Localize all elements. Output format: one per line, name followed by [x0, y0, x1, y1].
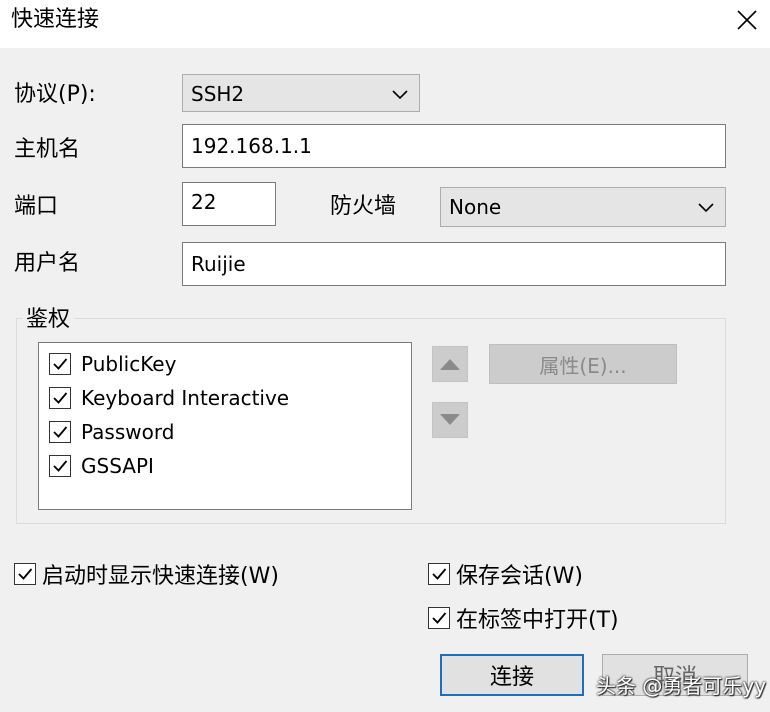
checkbox[interactable] [428, 607, 450, 629]
auth-method-list[interactable]: PublicKey Keyboard Interactive Password … [38, 342, 412, 510]
checkbox[interactable] [428, 563, 450, 585]
checkmark-icon [432, 612, 447, 624]
hostname-input[interactable]: 192.168.1.1 [182, 124, 726, 168]
show-on-startup-label: 启动时显示快速连接(W) [42, 564, 279, 589]
save-session-option[interactable]: 保存会话(W) [428, 559, 583, 589]
connect-button[interactable]: 连接 [440, 654, 584, 696]
triangle-down-icon [440, 414, 460, 425]
firewall-select-value: None [449, 195, 502, 219]
protocol-select[interactable]: SSH2 [182, 74, 420, 112]
list-item-label: Password [81, 420, 175, 444]
title-bar [0, 0, 770, 48]
port-input[interactable]: 22 [182, 182, 276, 226]
properties-button[interactable]: 属性(E)... [489, 344, 677, 384]
window-title: 快速连接 [11, 7, 100, 32]
list-item[interactable]: Password [49, 417, 174, 447]
checkmark-icon [53, 392, 68, 404]
checkmark-icon [53, 426, 68, 438]
list-item-label: Keyboard Interactive [81, 386, 290, 410]
checkmark-icon [53, 358, 68, 370]
protocol-select-value: SSH2 [191, 82, 245, 106]
checkmark-icon [432, 568, 447, 580]
triangle-up-icon [440, 359, 460, 370]
checkmark-icon [53, 460, 68, 472]
open-in-tab-label: 在标签中打开(T) [456, 608, 619, 633]
save-session-label: 保存会话(W) [456, 564, 583, 589]
watermark: 头条 @勇者可乐yy [596, 674, 767, 698]
firewall-label: 防火墙 [330, 194, 397, 219]
username-label: 用户名 [14, 251, 81, 276]
checkbox[interactable] [49, 455, 71, 477]
list-item[interactable]: Keyboard Interactive [49, 383, 289, 413]
open-in-tab-option[interactable]: 在标签中打开(T) [428, 603, 619, 633]
list-item-label: PublicKey [81, 352, 177, 376]
checkbox[interactable] [49, 387, 71, 409]
port-label: 端口 [14, 194, 59, 219]
checkbox[interactable] [49, 421, 71, 443]
auth-group-title: 鉴权 [22, 306, 75, 334]
show-on-startup-option[interactable]: 启动时显示快速连接(W) [14, 559, 279, 589]
checkbox[interactable] [14, 563, 36, 585]
list-item-label: GSSAPI [81, 454, 154, 478]
close-button[interactable] [724, 0, 770, 40]
close-icon [737, 10, 757, 30]
checkbox[interactable] [49, 353, 71, 375]
username-input[interactable]: Ruijie [182, 242, 726, 286]
chevron-down-icon [392, 90, 408, 100]
list-item[interactable]: GSSAPI [49, 451, 154, 481]
move-up-button[interactable] [432, 346, 468, 382]
protocol-label: 协议(P): [14, 82, 96, 107]
firewall-select[interactable]: None [440, 187, 726, 227]
move-down-button[interactable] [432, 402, 468, 438]
hostname-label: 主机名 [14, 137, 81, 162]
list-item[interactable]: PublicKey [49, 349, 176, 379]
chevron-down-icon [698, 203, 714, 213]
checkmark-icon [18, 568, 33, 580]
